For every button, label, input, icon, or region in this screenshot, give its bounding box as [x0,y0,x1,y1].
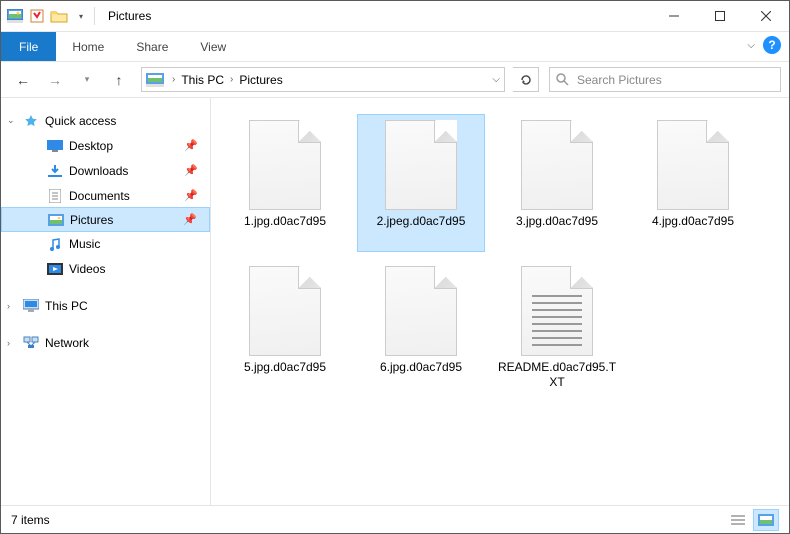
thumbnails-view-button[interactable] [753,509,779,531]
navigation-pane[interactable]: ⌄ Quick access Desktop 📌 Downloads 📌 Doc… [1,98,211,505]
file-name: README.d0ac7d95.TXT [497,360,617,390]
collapse-icon[interactable]: ⌄ [7,115,15,126]
blank-file-icon [521,120,593,210]
window-controls [651,1,789,31]
documents-icon [47,188,63,204]
close-button[interactable] [743,1,789,31]
address-bar[interactable]: › This PC › Pictures ⌵ [141,67,505,92]
qat-folder-icon[interactable] [49,6,69,26]
chevron-right-icon[interactable]: › [230,74,233,85]
blank-file-icon [385,266,457,356]
item-count: 7 items [11,513,50,527]
file-item[interactable]: 4.jpg.d0ac7d95 [629,114,757,252]
search-placeholder: Search Pictures [577,73,662,87]
sidebar-label: Music [69,237,100,251]
sidebar-item-desktop[interactable]: Desktop 📌 [1,133,210,158]
tab-home[interactable]: Home [56,32,120,61]
recent-locations-icon[interactable]: ▾ [73,66,101,94]
sidebar-item-videos[interactable]: Videos [1,256,210,281]
expand-icon[interactable]: › [7,301,10,311]
file-name: 4.jpg.d0ac7d95 [652,214,734,229]
sidebar-item-documents[interactable]: Documents 📌 [1,183,210,208]
tab-share[interactable]: Share [120,32,184,61]
quick-access-toolbar: ▾ [5,6,91,26]
blank-file-icon [385,120,457,210]
pin-icon: 📌 [184,189,198,202]
sidebar-item-network[interactable]: › Network [1,330,210,355]
sidebar-label: Quick access [45,114,116,128]
sidebar-label: Desktop [69,139,113,153]
qat-dropdown-icon[interactable]: ▾ [71,6,91,26]
computer-icon [23,298,39,314]
blank-file-icon [249,120,321,210]
file-name: 1.jpg.d0ac7d95 [244,214,326,229]
sidebar-label: Network [45,336,89,350]
file-name: 5.jpg.d0ac7d95 [244,360,326,375]
sidebar-label: Videos [69,262,105,276]
sidebar-label: Pictures [70,213,113,227]
crumb-this-pc[interactable]: This PC [179,73,226,87]
ribbon-expand-icon[interactable]: ⌵ [747,40,755,51]
up-button[interactable]: ↑ [105,66,133,94]
file-item[interactable]: 3.jpg.d0ac7d95 [493,114,621,252]
file-name: 2.jpeg.d0ac7d95 [377,214,466,229]
help-icon[interactable]: ? [763,36,781,54]
title-bar: ▾ Pictures [1,1,789,32]
window-title: Pictures [108,9,151,23]
file-item[interactable]: 6.jpg.d0ac7d95 [357,260,485,398]
pin-icon: 📌 [184,164,198,177]
tab-view[interactable]: View [184,32,242,61]
details-view-button[interactable] [725,509,751,531]
search-input[interactable]: Search Pictures [549,67,781,92]
blank-file-icon [249,266,321,356]
sidebar-item-pictures[interactable]: Pictures 📌 [1,207,210,232]
back-button[interactable]: ← [9,66,37,94]
desktop-icon [47,138,63,154]
file-name: 6.jpg.d0ac7d95 [380,360,462,375]
maximize-button[interactable] [697,1,743,31]
blank-file-icon [657,120,729,210]
address-dropdown-icon[interactable]: ⌵ [492,74,500,85]
view-toggle [725,509,779,531]
refresh-button[interactable] [513,67,539,92]
sidebar-label: Documents [69,189,130,203]
file-item[interactable]: 5.jpg.d0ac7d95 [221,260,349,398]
nav-bar: ← → ▾ ↑ › This PC › Pictures ⌵ Search Pi… [1,62,789,98]
expand-icon[interactable]: › [7,338,10,348]
chevron-right-icon[interactable]: › [172,74,175,85]
downloads-icon [47,163,63,179]
file-item[interactable]: 1.jpg.d0ac7d95 [221,114,349,252]
forward-button[interactable]: → [41,66,69,94]
qat-properties-icon[interactable] [27,6,47,26]
sidebar-item-downloads[interactable]: Downloads 📌 [1,158,210,183]
music-icon [47,236,63,252]
sidebar-item-quick-access[interactable]: ⌄ Quick access [1,108,210,133]
file-item[interactable]: 2.jpeg.d0ac7d95 [357,114,485,252]
file-name: 3.jpg.d0ac7d95 [516,214,598,229]
sidebar-label: Downloads [69,164,128,178]
file-item[interactable]: README.d0ac7d95.TXT [493,260,621,398]
file-tab[interactable]: File [1,32,56,61]
text-file-icon [521,266,593,356]
crumb-pictures[interactable]: Pictures [237,73,284,87]
pictures-icon [48,212,64,228]
pin-icon: 📌 [184,139,198,152]
ribbon: File Home Share View ⌵ ? [1,32,789,62]
minimize-button[interactable] [651,1,697,31]
sidebar-item-music[interactable]: Music [1,231,210,256]
sidebar-label: This PC [45,299,88,313]
star-icon [23,113,39,129]
location-icon [146,73,164,87]
file-list[interactable]: 1.jpg.d0ac7d95 2.jpeg.d0ac7d95 3.jpg.d0ac7… [211,98,789,505]
sidebar-item-this-pc[interactable]: › This PC [1,293,210,318]
search-icon [556,73,569,86]
content-area: ⌄ Quick access Desktop 📌 Downloads 📌 Doc… [1,98,789,505]
status-bar: 7 items [1,505,789,533]
videos-icon [47,261,63,277]
separator [94,7,95,25]
network-icon [23,335,39,351]
app-icon [5,6,25,26]
pin-icon: 📌 [183,213,197,226]
